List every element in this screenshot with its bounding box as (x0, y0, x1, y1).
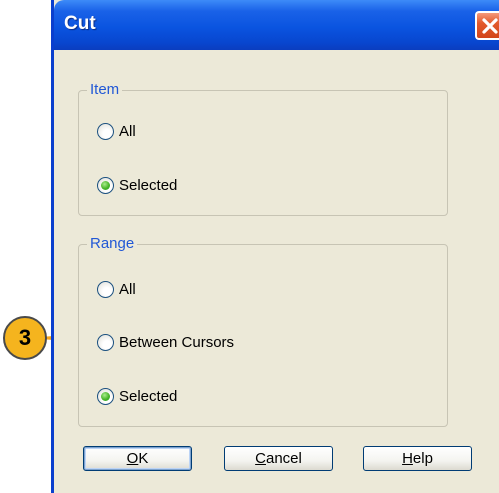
radio-button[interactable] (97, 333, 114, 351)
callout-number-badge: 3 (3, 316, 47, 360)
radio-label: All (119, 122, 136, 140)
callout-number: 3 (18, 325, 32, 350)
cancel-mnemonic: C (255, 450, 266, 467)
help-label-rest: elp (412, 450, 433, 467)
radio-label: Between Cursors (119, 333, 235, 351)
range-radio-all[interactable]: All (97, 278, 136, 300)
radio-button[interactable] (97, 122, 114, 140)
radio-label: All (119, 280, 136, 298)
item-group-legend: Item (87, 81, 123, 99)
radio-button[interactable] (97, 280, 114, 298)
radio-label: Selected (119, 387, 178, 405)
close-button[interactable] (475, 11, 499, 40)
range-radio-between-cursors[interactable]: Between Cursors (97, 331, 234, 353)
radio-label: Selected (119, 176, 178, 194)
cancel-label-rest: ancel (265, 450, 302, 467)
cut-dialog: Cut Item All Selected Range All Between … (51, 0, 499, 493)
item-groupbox: Item All Selected (78, 81, 448, 216)
range-groupbox: Range All Between Cursors Selected (78, 235, 448, 427)
range-group-legend: Range (87, 235, 138, 253)
title-bar[interactable]: Cut (54, 0, 499, 50)
ok-button[interactable]: OK (83, 446, 192, 471)
cancel-button[interactable]: Cancel (224, 446, 333, 471)
item-radio-all[interactable]: All (97, 120, 136, 142)
close-icon (482, 18, 498, 34)
ok-mnemonic: O (126, 450, 139, 467)
item-radio-selected[interactable]: Selected (97, 174, 177, 196)
radio-button-checked[interactable] (97, 176, 114, 194)
range-radio-selected[interactable]: Selected (97, 385, 177, 407)
help-button[interactable]: Help (363, 446, 472, 471)
window-title: Cut (64, 13, 96, 34)
ok-label-rest: K (138, 450, 149, 467)
help-mnemonic: H (402, 450, 413, 467)
radio-button-checked[interactable] (97, 387, 114, 405)
